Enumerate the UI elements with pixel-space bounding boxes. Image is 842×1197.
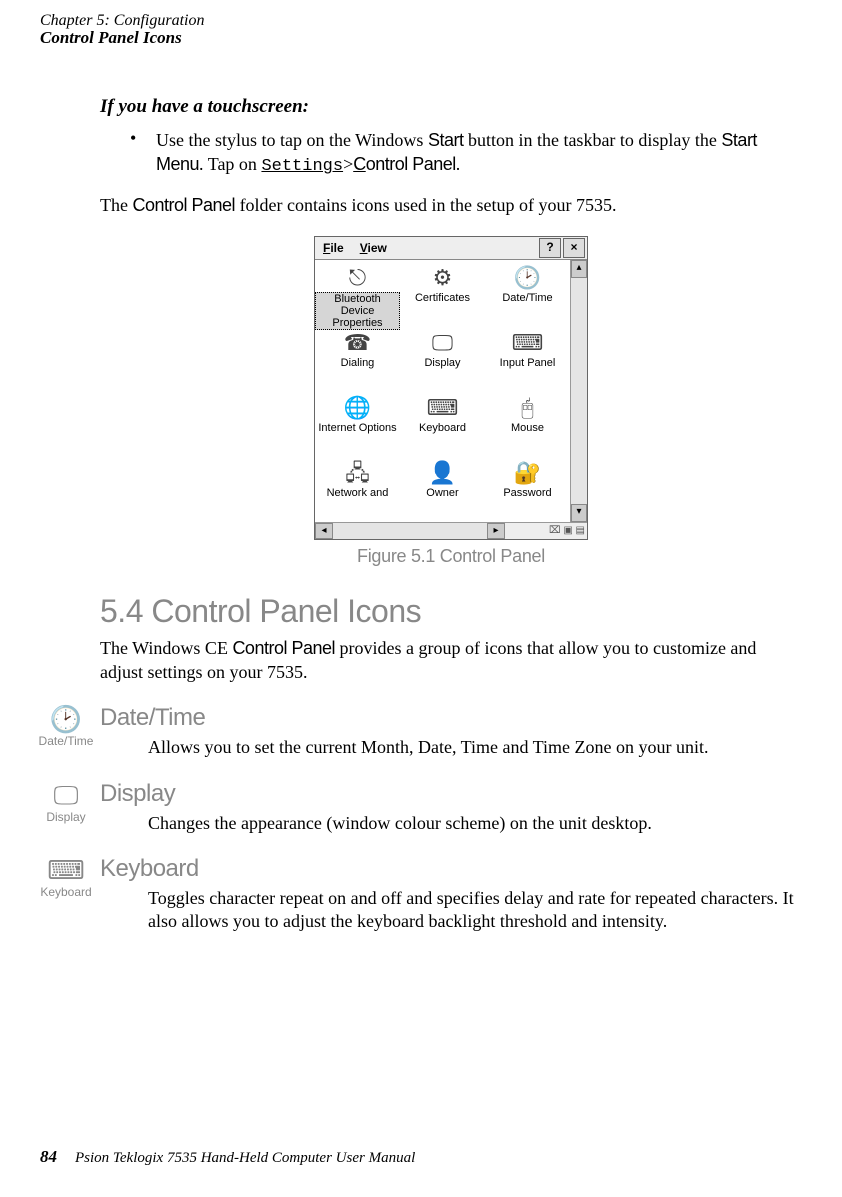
cp-item-bluetooth[interactable]: ⎋Bluetooth Device Properties	[315, 264, 400, 329]
network-icon: 🖧	[315, 459, 400, 487]
vertical-scrollbar[interactable]: ▴ ▾	[570, 260, 587, 522]
menubar: File View ? ×	[315, 237, 587, 260]
bullet-text: Use the stylus to tap on the Windows Sta…	[156, 128, 802, 179]
cp-item-password[interactable]: 🔐Password	[485, 459, 570, 524]
section-intro: The Windows CE Control Panel provides a …	[100, 636, 802, 685]
manual-title: Psion Teklogix 7535 Hand-Held Computer U…	[75, 1150, 415, 1166]
cp-item-display[interactable]: 🖵Display	[400, 329, 485, 394]
scroll-right-button[interactable]: ▸	[487, 523, 505, 539]
datetime-side-icon: 🕑 Date/Time	[36, 706, 96, 748]
keyboard-icon: ⌨	[36, 857, 96, 883]
keyboard-body: Toggles character repeat on and off and …	[148, 887, 802, 934]
cp-item-keyboard[interactable]: ⌨Keyboard	[400, 394, 485, 459]
scroll-left-button[interactable]: ◂	[315, 523, 333, 539]
display-heading: Display	[100, 780, 802, 808]
scroll-track[interactable]	[571, 278, 587, 504]
bullet-item: • Use the stylus to tap on the Windows S…	[130, 128, 802, 179]
scroll-down-button[interactable]: ▾	[571, 504, 587, 522]
keyboard-heading: Keyboard	[100, 855, 802, 883]
display-icon: 🖵	[400, 329, 485, 357]
owner-icon: 👤	[400, 459, 485, 487]
lock-icon: 🔐	[485, 459, 570, 487]
status-icons: ⌧ ▣ ▤	[505, 523, 587, 539]
cp-item-dialing[interactable]: ☎Dialing	[315, 329, 400, 394]
horizontal-scrollbar[interactable]: ◂ ▸	[315, 523, 505, 539]
close-button[interactable]: ×	[563, 238, 585, 258]
touchscreen-heading: If you have a touchscreen:	[100, 96, 802, 118]
page-footer: 84 Psion Teklogix 7535 Hand-Held Computer…	[40, 1147, 415, 1167]
help-button[interactable]: ?	[539, 238, 561, 258]
icon-grid: ⎋Bluetooth Device Properties ⚙Certificat…	[315, 260, 570, 522]
certificates-icon: ⚙	[400, 264, 485, 292]
cp-item-certificates[interactable]: ⚙Certificates	[400, 264, 485, 329]
input-panel-icon: ⌨	[485, 329, 570, 357]
datetime-heading: Date/Time	[100, 704, 802, 732]
keyboard-section: ⌨ Keyboard Keyboard Toggles character re…	[100, 855, 802, 934]
figure-caption: Figure 5.1 Control Panel	[100, 546, 802, 567]
datetime-section: 🕑 Date/Time Date/Time Allows you to set …	[100, 704, 802, 759]
keyboard-icon: ⌨	[400, 394, 485, 422]
phone-icon: ☎	[315, 329, 400, 357]
menu-view[interactable]: View	[352, 241, 395, 255]
cp-item-input-panel[interactable]: ⌨Input Panel	[485, 329, 570, 394]
cp-item-owner[interactable]: 👤Owner	[400, 459, 485, 524]
display-body: Changes the appearance (window colour sc…	[148, 812, 802, 835]
datetime-body: Allows you to set the current Month, Dat…	[148, 736, 802, 759]
cp-item-internet[interactable]: 🌐Internet Options	[315, 394, 400, 459]
scroll-up-button[interactable]: ▴	[571, 260, 587, 278]
page-number: 84	[40, 1147, 57, 1166]
keyboard-side-icon: ⌨ Keyboard	[36, 857, 96, 899]
display-section: 🖵 Display Display Changes the appearance…	[100, 780, 802, 835]
folder-paragraph: The Control Panel folder contains icons …	[100, 193, 802, 217]
display-icon: 🖵	[36, 782, 96, 808]
clock-icon: 🕑	[36, 706, 96, 732]
display-side-icon: 🖵 Display	[36, 782, 96, 824]
header-section-title: Control Panel Icons	[40, 28, 802, 48]
bullet-marker: •	[130, 128, 156, 179]
clock-icon: 🕑	[485, 264, 570, 292]
bluetooth-icon: ⎋	[315, 264, 400, 292]
mouse-icon: 🖰	[485, 394, 570, 422]
cp-item-datetime[interactable]: 🕑Date/Time	[485, 264, 570, 329]
cp-item-network[interactable]: 🖧Network and	[315, 459, 400, 524]
control-panel-window: File View ? × ⎋Bluetooth Device Properti…	[314, 236, 588, 540]
hscroll-track[interactable]	[333, 523, 487, 539]
section-heading-5-4: 5.4 Control Panel Icons	[100, 593, 802, 630]
cp-item-mouse[interactable]: 🖰Mouse	[485, 394, 570, 459]
menu-file[interactable]: File	[315, 241, 352, 255]
globe-icon: 🌐	[315, 394, 400, 422]
